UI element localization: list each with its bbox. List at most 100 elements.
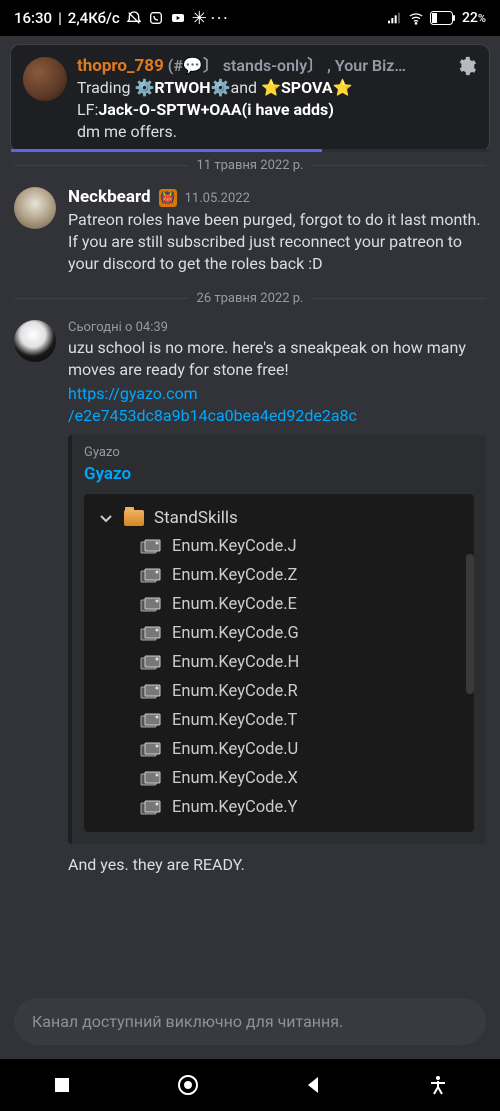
battery-pct: 22% [462, 10, 486, 26]
reply-channel-suffix: , Your Biz… [327, 56, 406, 75]
message-scroll-area[interactable]: thopro_789 (#💬〕 stands-only〕 , Your Biz…… [0, 36, 500, 991]
date-divider-label: 11 травня 2022 р. [197, 158, 304, 173]
star-emoji-icon: ⭐ [333, 78, 353, 97]
tree-item-label: Enum.KeyCode.E [172, 595, 297, 614]
tree-item: Enum.KeyCode.E [138, 590, 466, 619]
script-file-icon [140, 713, 162, 729]
tree-item: Enum.KeyCode.T [138, 706, 466, 735]
link-embed[interactable]: Gyazo Gyazo StandSkills Enum.KeyCode.JEn… [68, 435, 486, 844]
script-file-icon [140, 742, 162, 758]
script-file-icon [140, 742, 162, 758]
tree-item-label: Enum.KeyCode.G [172, 624, 299, 643]
reply-username: thopro_789 [77, 56, 164, 76]
embed-site-name: Gyazo [84, 445, 474, 460]
script-file-icon [140, 655, 162, 671]
back-button[interactable] [304, 1075, 324, 1095]
message[interactable]: Nеckbeard 👹 11.05.2022 Patreon roles hav… [0, 183, 500, 285]
message-text: uzu school is no more. here's a sneakpea… [68, 337, 486, 381]
date-divider: 11 травня 2022 р. [14, 158, 486, 173]
message-username[interactable]: Nеckbeard [68, 187, 151, 207]
script-file-icon [140, 713, 162, 729]
recents-button[interactable] [52, 1075, 72, 1095]
readonly-notice: Канал доступний виключно для читання. [14, 998, 486, 1045]
reply-channel: (#💬〕 stands-only〕 [168, 56, 323, 75]
folder-icon [124, 510, 144, 526]
tree-children: Enum.KeyCode.J Enum.KeyCode.Z Enum.KeyCode… [138, 532, 466, 822]
reply-text-1c: and [230, 78, 261, 97]
message-timestamp: 11.05.2022 [185, 191, 250, 206]
status-left: 16:30 | 2,4Кб/с ✳ ··· [14, 8, 230, 29]
script-file-icon [140, 684, 162, 700]
tree-folder-label: StandSkills [154, 508, 238, 528]
message-input-area: Канал доступний виключно для читання. [0, 988, 500, 1055]
dnd-icon [126, 10, 142, 26]
reply-text-2b: Jack-O-SPTW+OAA(i have adds) [98, 100, 334, 119]
status-overflow-icon: ··· [211, 9, 230, 27]
youtube-icon [170, 10, 186, 26]
tree-item-label: Enum.KeyCode.R [172, 682, 298, 701]
embed-title[interactable]: Gyazo [84, 464, 474, 484]
android-status-bar: 16:30 | 2,4Кб/с ✳ ··· 22% [0, 0, 500, 36]
status-right: 22% [386, 10, 486, 26]
battery-icon [430, 11, 456, 25]
gear-emoji-icon: ⚙️ [211, 78, 231, 97]
message-text: And yes. they are READY. [68, 854, 486, 876]
script-file-icon [140, 655, 162, 671]
script-file-icon [140, 539, 162, 555]
tree-item: Enum.KeyCode.J [138, 532, 466, 561]
avatar[interactable] [14, 320, 56, 362]
script-file-icon [140, 626, 162, 642]
tree-folder-row: StandSkills [92, 504, 466, 532]
tree-item-label: Enum.KeyCode.H [172, 653, 299, 672]
tree-item: Enum.KeyCode.U [138, 735, 466, 764]
status-time: 16:30 [14, 9, 52, 27]
embed-scrollbar [466, 554, 474, 694]
tree-item: Enum.KeyCode.R [138, 677, 466, 706]
status-divider: | [58, 9, 62, 27]
embed-image[interactable]: StandSkills Enum.KeyCode.J Enum.KeyCode.Z… [84, 494, 474, 832]
reply-body: thopro_789 (#💬〕 stands-only〕 , Your Biz…… [77, 55, 477, 143]
status-net-speed: 2,4Кб/с [68, 9, 120, 27]
reply-text-1b: RTWOH [154, 78, 210, 97]
script-file-icon [140, 597, 162, 613]
tree-item-label: Enum.KeyCode.X [172, 769, 298, 788]
star-emoji-icon: ⭐ [261, 78, 281, 97]
script-file-icon [140, 771, 162, 787]
gear-icon[interactable] [455, 55, 477, 83]
script-file-icon [140, 800, 162, 816]
reply-text-2a: LF: [77, 100, 98, 119]
android-nav-bar [0, 1059, 500, 1111]
tree-item-label: Enum.KeyCode.U [172, 740, 298, 759]
reply-preview-card[interactable]: thopro_789 (#💬〕 stands-only〕 , Your Biz…… [10, 44, 490, 152]
message-link[interactable]: https://gyazo.com [68, 384, 198, 403]
accessibility-button[interactable] [428, 1075, 448, 1095]
user-badge-icon: 👹 [159, 189, 177, 207]
script-file-icon [140, 568, 162, 584]
home-button[interactable] [176, 1073, 200, 1097]
tree-item: Enum.KeyCode.X [138, 764, 466, 793]
tree-item: Enum.KeyCode.H [138, 648, 466, 677]
reply-text-3: dm me offers. [77, 121, 477, 143]
reply-text-1d: SPOVA [281, 78, 333, 97]
message-link[interactable]: /e2e7453dc8a9b14ca0bea4ed92de2a8c [68, 406, 357, 425]
gear-emoji-icon: ⚙️ [134, 78, 154, 97]
wifi-icon [408, 10, 424, 26]
tree-item-label: Enum.KeyCode.Y [172, 798, 297, 817]
tree-item: Enum.KeyCode.Z [138, 561, 466, 590]
tree-item-label: Enum.KeyCode.Z [172, 566, 297, 585]
signal-icon [386, 10, 402, 26]
reply-avatar [23, 57, 67, 101]
script-file-icon [140, 626, 162, 642]
tree-item-label: Enum.KeyCode.J [172, 537, 297, 556]
message[interactable]: Сьогодні о 04:39 uzu school is no more. … [0, 316, 500, 886]
viber-icon [148, 10, 164, 26]
reply-progress-bar [11, 149, 489, 152]
reply-text-1a: Trading [77, 78, 134, 97]
script-file-icon [140, 597, 162, 613]
chevron-down-icon [98, 510, 114, 526]
avatar[interactable] [14, 187, 56, 229]
tree-item-label: Enum.KeyCode.T [172, 711, 297, 730]
script-file-icon [140, 684, 162, 700]
date-divider-label: 26 травня 2022 р. [197, 291, 304, 306]
message-text: Patreon roles have been purged, forgot t… [68, 209, 486, 275]
